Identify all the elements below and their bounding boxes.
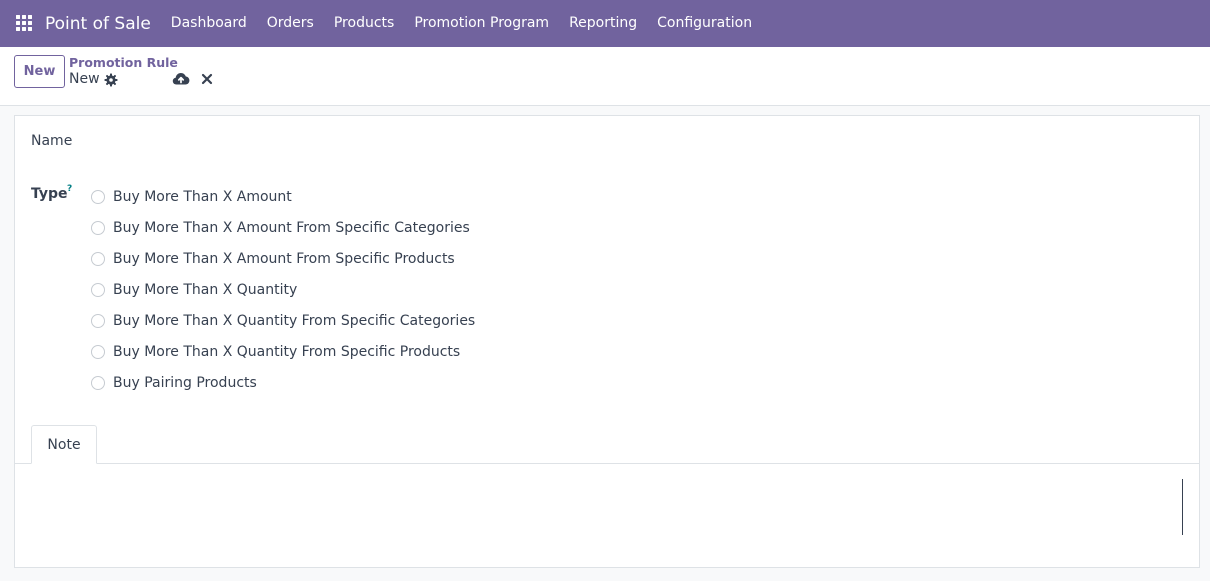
radio-button[interactable] [91,313,105,328]
app-name[interactable]: Point of Sale [45,14,151,34]
radio-label: Buy Pairing Products [113,374,257,391]
menu-promotion-program[interactable]: Promotion Program [404,0,559,47]
name-input[interactable] [31,154,831,155]
type-label: Type [31,186,68,202]
apps-grid-icon[interactable] [16,14,34,33]
menu-products[interactable]: Products [324,0,404,47]
new-button[interactable]: New [14,55,65,88]
radio-button[interactable] [91,282,105,297]
record-name: New [69,71,100,87]
radio-label: Buy More Than X Amount [113,188,292,205]
type-radio-group: Buy More Than X Amount Buy More Than X A… [91,181,475,398]
radio-label: Buy More Than X Amount From Specific Pro… [113,250,455,267]
control-panel: New Promotion Rule New [0,47,1210,106]
menu-reporting[interactable]: Reporting [559,0,647,47]
notebook-tab-bar [15,463,1199,464]
text-cursor [1182,479,1183,535]
breadcrumb-promotion-rule[interactable]: Promotion Rule [69,55,178,70]
radio-label: Buy More Than X Quantity From Specific C… [113,312,476,329]
type-option[interactable]: Buy Pairing Products [91,367,475,398]
radio-button[interactable] [91,375,105,390]
radio-button[interactable] [91,220,105,235]
radio-label: Buy More Than X Quantity [113,281,298,298]
cloud-upload-icon[interactable] [172,71,190,87]
name-label: Name [31,133,73,149]
type-option[interactable]: Buy More Than X Quantity [91,274,475,305]
form-sheet: Name Type ? Buy More Than X Amount Buy M… [14,115,1200,568]
type-option[interactable]: Buy More Than X Quantity From Specific P… [91,336,475,367]
radio-button[interactable] [91,251,105,266]
menu-dashboard[interactable]: Dashboard [161,0,257,47]
top-navbar: Point of Sale Dashboard Orders Products … [0,0,1210,47]
menu-orders[interactable]: Orders [257,0,324,47]
type-option[interactable]: Buy More Than X Quantity From Specific C… [91,305,475,336]
radio-button[interactable] [91,189,105,204]
note-editor[interactable] [31,476,1183,536]
gear-icon[interactable] [103,72,119,88]
tab-note[interactable]: Note [31,425,97,464]
radio-label: Buy More Than X Quantity From Specific P… [113,343,461,360]
radio-label: Buy More Than X Amount From Specific Cat… [113,219,470,236]
radio-button[interactable] [91,344,105,359]
type-option[interactable]: Buy More Than X Amount [91,181,475,212]
close-icon[interactable] [201,73,213,85]
menu-configuration[interactable]: Configuration [647,0,762,47]
help-tooltip-icon[interactable]: ? [67,184,72,194]
type-option[interactable]: Buy More Than X Amount From Specific Cat… [91,212,475,243]
type-option[interactable]: Buy More Than X Amount From Specific Pro… [91,243,475,274]
main-menu: Dashboard Orders Products Promotion Prog… [161,0,762,47]
